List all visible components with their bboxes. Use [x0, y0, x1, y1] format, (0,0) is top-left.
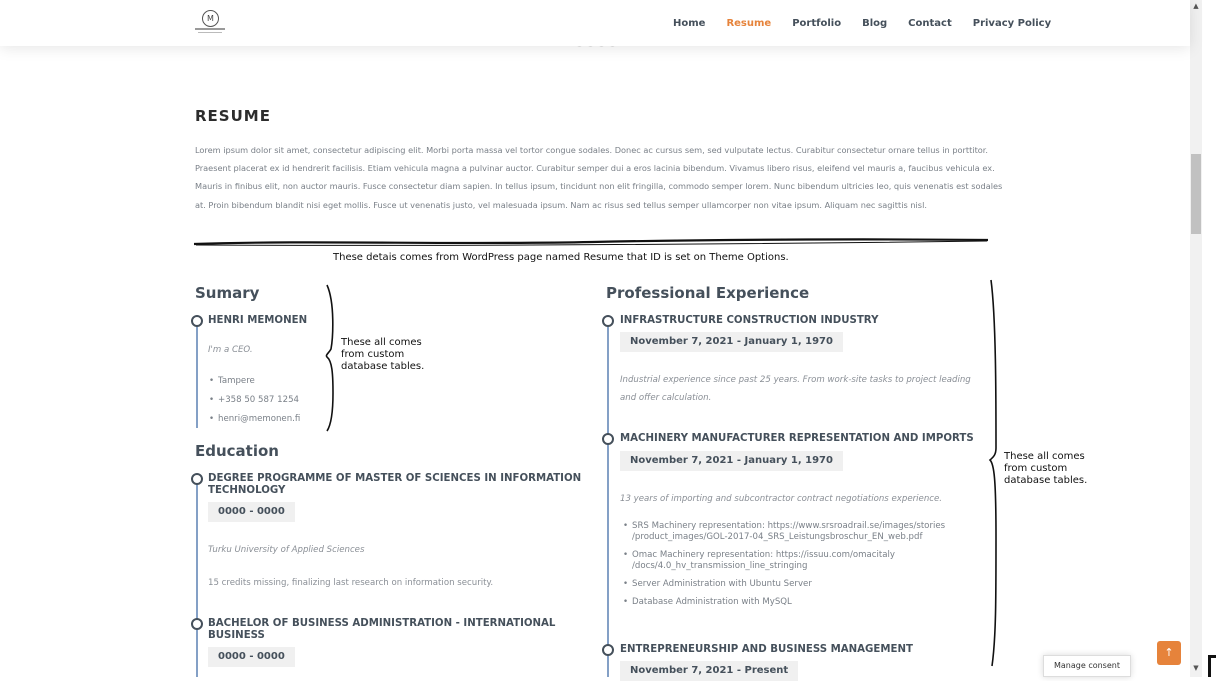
scroll-up-arrow-icon[interactable]: ▲: [1190, 2, 1202, 10]
experience-bullet: Database Administration with MySQL: [620, 597, 992, 608]
summary-email[interactable]: henri@memonen.fi: [206, 410, 300, 429]
experience-brace: [988, 279, 997, 667]
education-item-desc: 15 credits missing, finalizing last rese…: [208, 578, 494, 588]
timeline-node-icon: [191, 473, 203, 485]
back-to-top-button[interactable]: ↑: [1157, 641, 1181, 665]
resume-intro: Lorem ipsum dolor sit amet, consectetur …: [195, 145, 1003, 210]
timeline-node-icon: [191, 315, 203, 327]
timeline-node-icon: [602, 315, 614, 327]
annotation-caption: These detais comes from WordPress page n…: [333, 252, 789, 263]
scroll-thumb[interactable]: [1191, 154, 1201, 234]
summary-name: HENRI MEMONEN: [208, 315, 308, 326]
experience-heading: Professional Experience: [606, 284, 810, 302]
arrow-up-icon: ↑: [1164, 646, 1174, 659]
education-item-school: Turku University of Applied Sciences: [208, 545, 365, 555]
experience-bullet: Omac Machinery representation: https://i…: [620, 550, 992, 572]
summary-location: Tampere: [206, 372, 300, 391]
nav-home[interactable]: Home: [673, 18, 705, 29]
site-logo[interactable]: M: [195, 10, 227, 36]
experience-timeline: [607, 320, 609, 677]
nav-contact[interactable]: Contact: [908, 18, 952, 29]
experience-item-dates: November 7, 2021 - January 1, 1970: [620, 451, 843, 471]
experience-item-desc: 13 years of importing and subcontractor …: [620, 494, 943, 504]
summary-heading: Sumary: [195, 284, 260, 302]
scroll-down-arrow-icon[interactable]: ▼: [1190, 664, 1202, 672]
timeline-node-icon: [602, 644, 614, 656]
edge-mark: [1208, 655, 1211, 677]
manage-consent-button[interactable]: Manage consent: [1043, 655, 1131, 677]
edge-mark: [1208, 655, 1216, 658]
summary-brace: [325, 284, 334, 432]
page-scrollbar[interactable]: ▲ ▼: [1190, 0, 1202, 677]
note-line: from custom: [341, 349, 405, 360]
experience-item-dates: November 7, 2021 - January 1, 1970: [620, 332, 843, 352]
education-item-dates: 0000 - 0000: [208, 502, 295, 522]
experience-item-title: ENTREPRENEURSHIP AND BUSINESS MANAGEMENT: [620, 644, 913, 655]
note-line: database tables.: [1004, 475, 1088, 486]
summary-phone[interactable]: +358 50 587 1254: [206, 391, 300, 410]
education-heading: Education: [195, 442, 279, 460]
experience-item-title: MACHINERY MANUFACTURER REPRESENTATION AN…: [620, 433, 974, 444]
site-header: M Home Resume Portfolio Blog Contact Pri…: [0, 0, 1190, 46]
nav-portfolio[interactable]: Portfolio: [792, 18, 841, 29]
summary-note: These all comes from custom database tab…: [341, 337, 424, 373]
summary-details: Tampere +358 50 587 1254 henri@memonen.f…: [206, 372, 300, 429]
main-nav: Home Resume Portfolio Blog Contact Priva…: [673, 18, 1072, 29]
logo-wordmark: [195, 28, 225, 30]
nav-resume[interactable]: Resume: [726, 18, 771, 29]
note-line: These all comes: [341, 337, 422, 348]
education-timeline: [196, 478, 198, 677]
note-line: These all comes: [1004, 451, 1085, 462]
experience-bullet: Server Administration with Ubuntu Server: [620, 579, 992, 590]
education-item-title: BACHELOR OF BUSINESS ADMINISTRATION - IN…: [208, 618, 556, 641]
experience-bullet: SRS Machinery representation: https://ww…: [620, 521, 992, 543]
education-item-title: DEGREE PROGRAMME OF MASTER OF SCIENCES I…: [208, 473, 582, 496]
note-line: from custom: [1004, 463, 1068, 474]
logo-tagline: [198, 32, 222, 33]
hand-drawn-underline: [193, 238, 989, 246]
experience-item-desc: Industrial experience since past 25 year…: [620, 375, 971, 403]
summary-role: I'm a CEO.: [208, 345, 253, 355]
note-line: database tables.: [341, 361, 425, 372]
logo-mark-icon: M: [202, 10, 219, 27]
timeline-node-icon: [602, 433, 614, 445]
summary-timeline: [196, 320, 198, 428]
experience-note: These all comes from custom database tab…: [1004, 451, 1087, 487]
nav-privacy-policy[interactable]: Privacy Policy: [973, 18, 1051, 29]
experience-item-dates: November 7, 2021 - Present: [620, 661, 799, 681]
experience-item-bullets: SRS Machinery representation: https://ww…: [620, 521, 992, 608]
timeline-node-icon: [191, 618, 203, 630]
nav-blog[interactable]: Blog: [862, 18, 887, 29]
experience-item-title: INFRASTRUCTURE CONSTRUCTION INDUSTRY: [620, 315, 879, 326]
education-item-dates: 0000 - 0000: [208, 647, 295, 667]
resume-title: RESUME: [195, 107, 271, 125]
